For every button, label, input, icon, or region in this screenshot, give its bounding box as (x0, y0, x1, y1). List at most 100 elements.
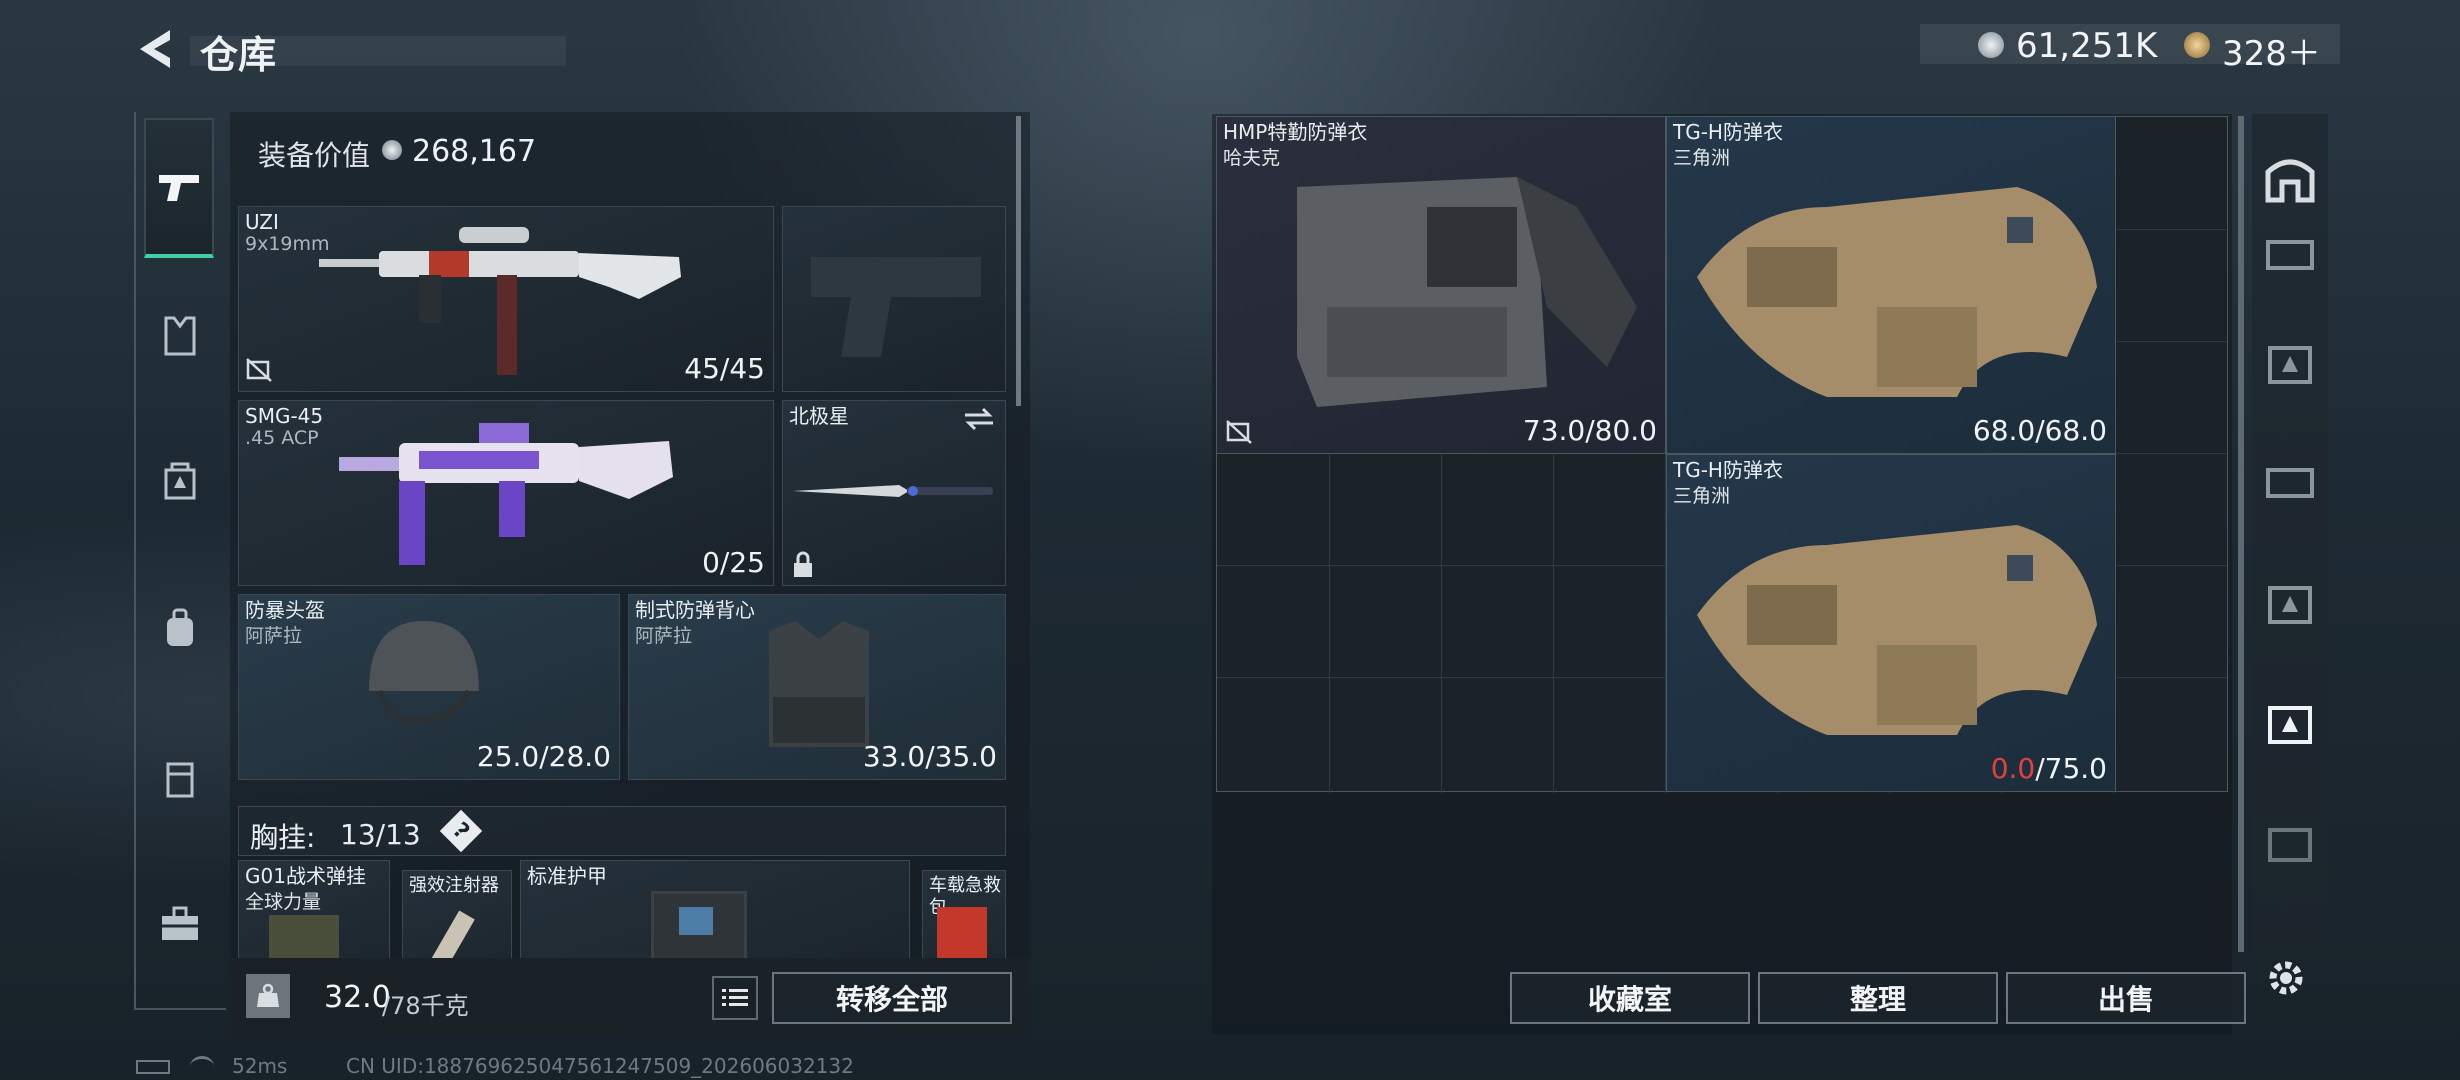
list-view-button[interactable] (712, 976, 758, 1020)
currency-2-icon (2184, 32, 2210, 58)
stash-box-icon (2268, 706, 2312, 744)
rig-items-row: G01战术弹挂 全球力量 强效注射器 标准护甲 车载急救包 (238, 860, 1006, 958)
swap-icon[interactable] (963, 407, 995, 431)
stash-item-3-durability-max: /75.0 (2035, 752, 2107, 785)
stash-item-tgh-vest-2[interactable]: TG-H防弹衣 三角洲 0.0/75.0 (1666, 454, 2116, 792)
stash-item-1-name: HMP特勤防弹衣 (1223, 120, 1368, 144)
stash-tab-5-active[interactable] (2258, 690, 2322, 754)
vest-image (769, 621, 869, 747)
stash-item-hmp-vest[interactable]: HMP特勤防弹衣 哈夫克 73.0/80.0 (1216, 116, 1666, 454)
stash-item-3-durability: 0.0/75.0 (1991, 752, 2107, 785)
stash-item-1-durability: 73.0/80.0 (1522, 414, 1657, 447)
stash-tab-1[interactable] (2258, 222, 2322, 286)
stash-item-2-durability: 68.0/68.0 (1972, 414, 2107, 447)
helmet-durability: 25.0/28.0 (476, 740, 611, 773)
rig-item-injector-name: 强效注射器 (409, 875, 499, 896)
gear-icon (2269, 961, 2303, 995)
chest-rig-label: 胸挂: (250, 821, 316, 854)
slot-melee[interactable]: 北极星 (782, 400, 1006, 586)
smg-45-image (339, 423, 673, 565)
stash-item-2-name: TG-H防弹衣 (1673, 120, 1783, 144)
ping-text: 52ms (232, 1054, 288, 1078)
pouch-icon (166, 762, 194, 798)
weight-icon (246, 974, 290, 1018)
helmet-name: 防暴头盔 (245, 598, 325, 622)
rig-item-g01-name: G01战术弹挂 (245, 864, 366, 888)
stash-item-1-brand: 哈夫克 (1223, 147, 1281, 169)
stash-box-icon (2268, 828, 2312, 862)
secondary-weapon-ammo-count: 0/25 (702, 546, 765, 579)
stash-tab-6[interactable] (2258, 810, 2322, 874)
equipment-value-label: 装备价值 (258, 139, 371, 172)
stash-item-3-durability-current: 0.0 (1990, 752, 2036, 785)
collection-room-button[interactable]: 收藏室 (1510, 972, 1750, 1024)
nav-weapons[interactable] (144, 118, 214, 258)
tgh-vest-image (1697, 187, 2097, 397)
rig-item-armor-plate[interactable]: 标准护甲 (520, 860, 910, 958)
melee-name: 北极星 (789, 404, 849, 428)
rig-item-g01-brand: 全球力量 (245, 891, 322, 913)
slot-vest[interactable]: 制式防弹背心 阿萨拉 33.0/35.0 (628, 594, 1006, 780)
equipment-scrollbar[interactable] (1016, 116, 1021, 406)
weight-max: /78千克 (382, 992, 469, 1020)
no-insure-icon (246, 358, 272, 382)
stash-item-3-name: TG-H防弹衣 (1673, 458, 1783, 482)
currency-1-value: 61,251K (2016, 26, 2158, 66)
case-icon (162, 906, 198, 940)
knife-image (793, 485, 993, 497)
settings-button[interactable] (2254, 946, 2318, 1010)
vest-durability: 33.0/35.0 (862, 740, 997, 773)
stash-box-icon (2266, 468, 2314, 498)
weight-kg-icon (257, 983, 279, 1007)
stash-item-tgh-vest-1[interactable]: TG-H防弹衣 三角洲 68.0/68.0 (1666, 116, 2116, 454)
stash-tab-4[interactable] (2258, 570, 2322, 634)
lock-icon (794, 551, 812, 577)
back-arrow-icon (140, 30, 170, 68)
rig-item-g01-image (269, 915, 339, 958)
stash-box-icon (2266, 240, 2314, 270)
tgh-vest-image (1697, 525, 2097, 735)
storage-home-icon (2265, 159, 2315, 203)
secondary-weapon-ammo: .45 ACP (245, 427, 319, 449)
armor-icon (164, 316, 196, 356)
nav-backpack[interactable] (140, 598, 220, 658)
weight-current: 32.0 (324, 980, 391, 1015)
stash-item-2-brand: 三角洲 (1673, 147, 1731, 169)
stash-tab-3[interactable] (2258, 450, 2322, 514)
nav-case[interactable] (140, 894, 220, 954)
helmet-image (369, 621, 479, 725)
slot-primary-weapon[interactable]: UZI 9x19mm 45/45 (238, 206, 774, 392)
stash-tab-2[interactable] (2258, 330, 2322, 394)
currency-2-value[interactable]: 328＋ (2222, 26, 2321, 75)
nav-armor[interactable] (140, 306, 220, 366)
rig-item-medkit[interactable]: 车载急救包 (922, 870, 1006, 958)
uzi-image (319, 227, 681, 375)
no-insure-icon (1226, 420, 1252, 444)
stash-box-icon (2268, 586, 2312, 624)
equipment-value: 268,167 (412, 134, 537, 169)
back-button[interactable] (132, 26, 182, 72)
rig-item-armor-plate-name: 标准护甲 (527, 864, 607, 888)
slot-helmet[interactable]: 防暴头盔 阿萨拉 25.0/28.0 (238, 594, 620, 780)
transfer-all-button[interactable]: 转移全部 (772, 972, 1012, 1024)
nav-rig[interactable] (140, 452, 220, 512)
rig-item-medkit-image (937, 907, 987, 958)
backpack-icon (167, 608, 193, 646)
pistol-icon (159, 175, 199, 201)
stash-tab-home[interactable] (2258, 146, 2322, 210)
sell-button[interactable]: 出售 (2006, 972, 2246, 1024)
uid-text: CN UID:188769625047561247509_20260603213… (346, 1054, 854, 1078)
slot-pistol-empty[interactable] (782, 206, 1006, 392)
rig-item-g01[interactable]: G01战术弹挂 全球力量 (238, 860, 390, 958)
list-icon (722, 989, 748, 1006)
rig-icon (164, 462, 196, 500)
secondary-weapon-name: SMG-45 (245, 404, 324, 428)
hmp-vest-image (1297, 177, 1637, 407)
sort-button[interactable]: 整理 (1758, 972, 1998, 1024)
nav-pouch[interactable] (140, 748, 220, 808)
slot-secondary-weapon[interactable]: SMG-45 .45 ACP 0/25 (238, 400, 774, 586)
stash-scrollbar[interactable] (2238, 116, 2244, 952)
helmet-brand: 阿萨拉 (245, 625, 303, 647)
rig-item-injector[interactable]: 强效注射器 (402, 870, 512, 958)
pistol-silhouette-icon (811, 257, 981, 357)
